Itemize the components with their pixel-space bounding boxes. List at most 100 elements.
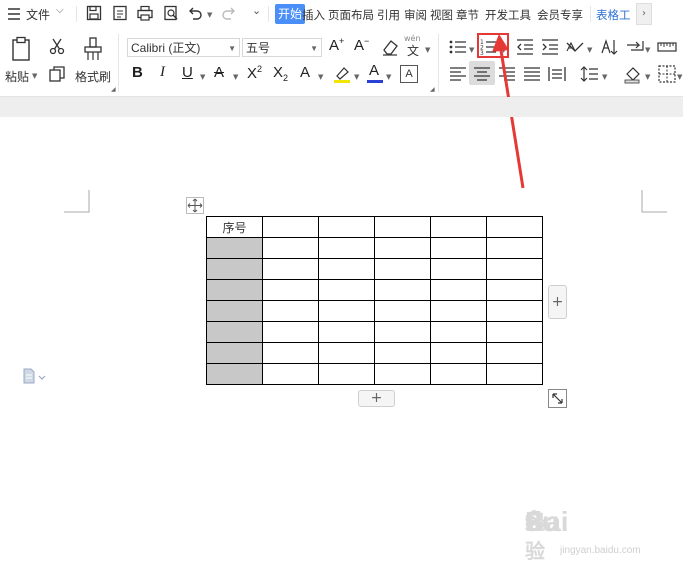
- strikethrough-icon[interactable]: A: [214, 64, 224, 81]
- font-color-icon[interactable]: A: [366, 62, 384, 84]
- align-left-icon[interactable]: [448, 64, 468, 84]
- underline-button[interactable]: U: [182, 64, 193, 81]
- table-cell[interactable]: [374, 363, 431, 385]
- table-cell[interactable]: [318, 300, 375, 322]
- add-column-button[interactable]: +: [548, 285, 567, 319]
- table-cell-shaded[interactable]: [206, 342, 263, 364]
- table-cell[interactable]: [430, 237, 487, 259]
- print-preview-icon[interactable]: [162, 4, 180, 22]
- subscript-icon[interactable]: X2: [273, 64, 288, 83]
- table-cell[interactable]: [318, 216, 375, 238]
- superscript-icon[interactable]: X2: [247, 64, 262, 82]
- quick-access-more-icon[interactable]: ⌄: [252, 4, 261, 17]
- table-cell[interactable]: [374, 321, 431, 343]
- paste-label[interactable]: 粘贴: [5, 68, 29, 85]
- tabs-scroll-right-icon[interactable]: ›: [636, 3, 652, 25]
- table-cell[interactable]: [486, 342, 543, 364]
- show-hide-marks-icon[interactable]: [625, 37, 645, 57]
- copy-icon[interactable]: [47, 64, 67, 84]
- format-painter-label[interactable]: 格式刷: [75, 68, 111, 85]
- distributed-align-icon[interactable]: [547, 64, 567, 84]
- table-cell-shaded[interactable]: [206, 363, 263, 385]
- table-cell[interactable]: [486, 237, 543, 259]
- table-cell[interactable]: [486, 300, 543, 322]
- table-cell[interactable]: [430, 300, 487, 322]
- tab-view[interactable]: 视图: [430, 7, 453, 23]
- phonetic-guide-icon[interactable]: wén 文: [404, 34, 422, 58]
- increase-indent-icon[interactable]: [540, 37, 560, 57]
- table-cell[interactable]: [374, 237, 431, 259]
- tab-chapter[interactable]: 章节: [456, 7, 479, 23]
- table-cell[interactable]: [486, 216, 543, 238]
- shrink-font-icon[interactable]: A−: [354, 36, 369, 54]
- table-cell[interactable]: [262, 279, 319, 301]
- grow-font-icon[interactable]: A+: [329, 36, 344, 54]
- table-cell[interactable]: [262, 363, 319, 385]
- table-cell[interactable]: [486, 258, 543, 280]
- redo-icon[interactable]: [220, 4, 238, 22]
- hamburger-menu-icon[interactable]: [6, 5, 24, 23]
- table-cell-shaded[interactable]: [206, 258, 263, 280]
- sort-icon[interactable]: [600, 37, 620, 57]
- print-icon[interactable]: [136, 4, 154, 22]
- save-icon[interactable]: [85, 4, 103, 22]
- clear-format-icon[interactable]: [380, 37, 400, 57]
- table-cell[interactable]: [262, 342, 319, 364]
- add-row-button[interactable]: +: [358, 390, 395, 407]
- character-border-icon[interactable]: A: [400, 65, 418, 83]
- table-cell[interactable]: [430, 321, 487, 343]
- tab-page-layout[interactable]: 页面布局: [328, 7, 374, 23]
- table-cell-shaded[interactable]: [206, 300, 263, 322]
- table-cell[interactable]: [486, 363, 543, 385]
- cut-icon[interactable]: [47, 36, 67, 56]
- table-cell[interactable]: [486, 321, 543, 343]
- tab-developer[interactable]: 开发工具: [485, 7, 531, 23]
- line-spacing-icon[interactable]: [580, 64, 600, 84]
- tab-review[interactable]: 审阅: [404, 7, 427, 23]
- table-cell[interactable]: [318, 342, 375, 364]
- bold-button[interactable]: B: [132, 64, 143, 81]
- text-direction-icon[interactable]: [565, 37, 585, 57]
- table-cell[interactable]: [486, 279, 543, 301]
- tab-home[interactable]: 开始: [275, 4, 306, 24]
- paste-icon[interactable]: [10, 36, 34, 62]
- table-cell[interactable]: [262, 321, 319, 343]
- tab-insert[interactable]: 插入: [302, 7, 325, 23]
- table-move-handle[interactable]: [186, 197, 204, 214]
- export-pdf-icon[interactable]: [111, 4, 129, 22]
- table-cell[interactable]: [430, 279, 487, 301]
- bullet-list-icon[interactable]: [448, 37, 468, 57]
- table-cell[interactable]: [318, 258, 375, 280]
- table-cell[interactable]: [374, 342, 431, 364]
- table-cell[interactable]: [262, 216, 319, 238]
- table-cell-shaded[interactable]: [206, 321, 263, 343]
- table-cell[interactable]: [430, 216, 487, 238]
- document-outline-icon[interactable]: [22, 368, 48, 384]
- table-cell[interactable]: [374, 279, 431, 301]
- table-cell[interactable]: [262, 300, 319, 322]
- font-name-select[interactable]: Calibri (正文) ▼: [127, 38, 240, 57]
- table-cell[interactable]: [262, 237, 319, 259]
- table-resize-handle[interactable]: [548, 389, 567, 408]
- ruler-icon[interactable]: [657, 37, 677, 57]
- borders-icon[interactable]: [657, 64, 677, 84]
- table-cell-shaded[interactable]: [206, 279, 263, 301]
- tab-references[interactable]: 引用: [377, 7, 400, 23]
- text-effect-icon[interactable]: A: [300, 64, 310, 81]
- table-cell[interactable]: [318, 363, 375, 385]
- tab-table-tools[interactable]: 表格工: [596, 7, 631, 23]
- table-cell[interactable]: [430, 342, 487, 364]
- document-table[interactable]: 序号: [206, 216, 543, 385]
- file-menu[interactable]: 文件: [26, 6, 50, 23]
- table-cell[interactable]: [374, 216, 431, 238]
- chevron-down-icon[interactable]: ⌵: [56, 5, 64, 16]
- table-cell-shaded[interactable]: [206, 237, 263, 259]
- undo-icon[interactable]: [186, 4, 204, 22]
- highlight-icon[interactable]: [332, 64, 352, 84]
- shading-icon[interactable]: [623, 64, 643, 84]
- table-cell[interactable]: [318, 279, 375, 301]
- table-cell[interactable]: [318, 321, 375, 343]
- table-cell-header[interactable]: 序号: [206, 216, 263, 238]
- table-cell[interactable]: [374, 258, 431, 280]
- tab-member[interactable]: 会员专享: [537, 7, 583, 23]
